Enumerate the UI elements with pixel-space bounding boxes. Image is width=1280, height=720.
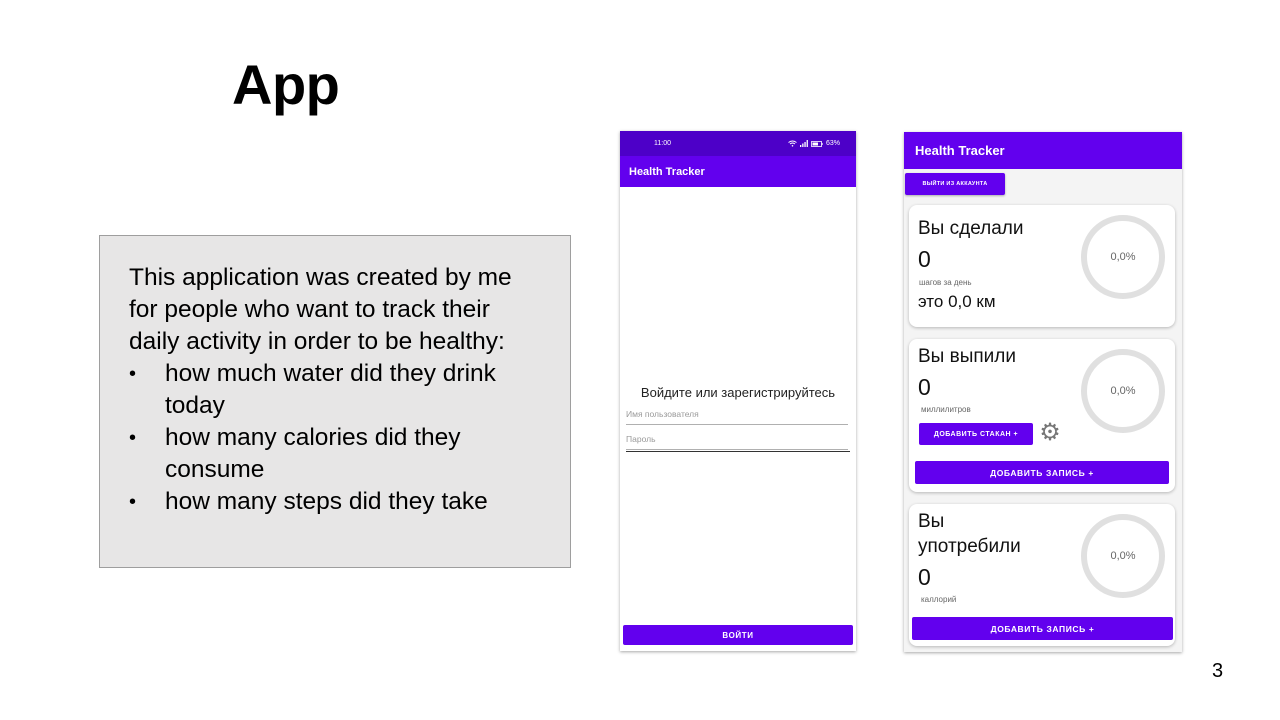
dashboard-screenshot: Health Tracker ВЫЙТИ ИЗ АККАУНТА Вы сдел… bbox=[904, 132, 1182, 652]
login-prompt: Войдите или зарегистрируйтесь bbox=[640, 385, 836, 400]
calories-heading-line1: Вы bbox=[918, 511, 945, 532]
battery-percent: 63% bbox=[825, 140, 840, 147]
water-heading: Вы выпили bbox=[918, 346, 1016, 367]
calories-card: Вы употребили 0 каллорий 0,0% ДОБАВИТЬ З… bbox=[909, 504, 1175, 646]
steps-unit: шагов за день bbox=[919, 278, 972, 287]
feature-item-calories: how many calories did they consume bbox=[129, 422, 546, 486]
battery-icon bbox=[811, 140, 823, 147]
description-box: This application was created by me for p… bbox=[99, 235, 571, 568]
add-glass-button[interactable]: ДОБАВИТЬ СТАКАН + bbox=[919, 423, 1033, 445]
signal-icon bbox=[799, 140, 808, 147]
steps-progress-ring: 0,0% bbox=[1081, 215, 1165, 299]
water-progress-ring: 0,0% bbox=[1081, 349, 1165, 433]
steps-heading: Вы сделали bbox=[918, 218, 1024, 239]
logout-button[interactable]: ВЫЙТИ ИЗ АККАУНТА bbox=[905, 173, 1005, 195]
app-bar-title: Health Tracker bbox=[620, 156, 856, 187]
dashboard-app-bar-title: Health Tracker bbox=[904, 132, 1182, 169]
status-time: 11:00 bbox=[654, 140, 671, 147]
status-icons: 63% bbox=[788, 140, 840, 147]
steps-distance: это 0,0 км bbox=[918, 292, 996, 311]
login-screen-screenshot: 11:00 63% Health Tracker Войдите или зар… bbox=[620, 131, 856, 651]
feature-list: how much water did they drink today how … bbox=[129, 358, 546, 518]
calories-unit: каллорий bbox=[921, 595, 957, 604]
calories-heading-line2: употребили bbox=[918, 536, 1021, 557]
password-field[interactable]: Пароль bbox=[626, 434, 848, 450]
settings-gear-icon[interactable]: ⚙ bbox=[1037, 420, 1063, 446]
username-field[interactable]: Имя пользователя bbox=[626, 409, 848, 425]
page-number: 3 bbox=[1212, 660, 1224, 682]
field-divider bbox=[626, 451, 850, 452]
water-add-record-button[interactable]: ДОБАВИТЬ ЗАПИСЬ + bbox=[915, 461, 1169, 484]
description-text: This application was created by me for p… bbox=[129, 264, 512, 355]
steps-card: Вы сделали 0 шагов за день это 0,0 км 0,… bbox=[909, 205, 1175, 327]
feature-item-water: how much water did they drink today bbox=[129, 358, 546, 422]
wifi-icon bbox=[788, 140, 797, 147]
water-value: 0 bbox=[918, 374, 931, 400]
water-unit: миллилитров bbox=[921, 405, 971, 414]
slide-title: App bbox=[232, 53, 340, 116]
login-button[interactable]: ВОЙТИ bbox=[623, 625, 853, 645]
calories-add-record-button[interactable]: ДОБАВИТЬ ЗАПИСЬ + bbox=[912, 617, 1173, 640]
calories-value: 0 bbox=[918, 564, 931, 590]
feature-item-steps: how many steps did they take bbox=[129, 486, 546, 518]
status-bar: 11:00 63% bbox=[620, 131, 856, 156]
steps-value: 0 bbox=[918, 246, 931, 272]
water-card: Вы выпили 0 миллилитров ДОБАВИТЬ СТАКАН … bbox=[909, 339, 1175, 492]
calories-progress-ring: 0,0% bbox=[1081, 514, 1165, 598]
